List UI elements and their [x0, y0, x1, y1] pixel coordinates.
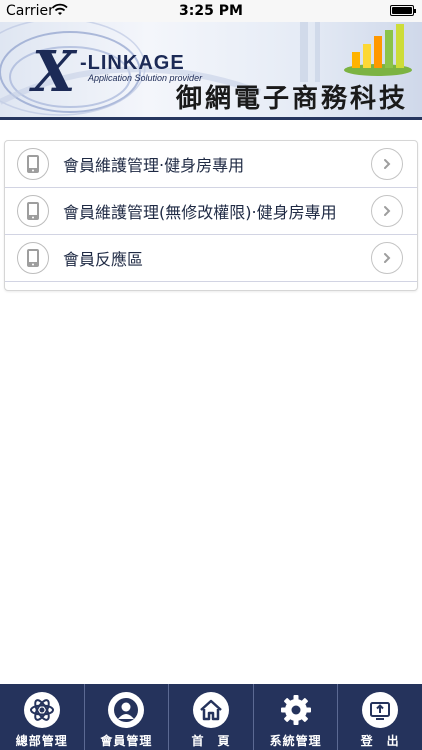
status-bar: Carrier 3:25 PM [0, 0, 422, 22]
chevron-right-icon[interactable] [371, 195, 403, 227]
chevron-right-icon[interactable] [371, 242, 403, 274]
tab-label: 系統管理 [269, 734, 322, 748]
menu-item-member-maintenance[interactable]: 會員維護管理‧健身房專用 [5, 141, 417, 188]
logo-x: X [32, 39, 75, 105]
clock: 3:25 PM [179, 3, 243, 19]
company-name: 御網電子商務科技 [175, 84, 408, 114]
tab-label: 會員管理 [100, 734, 153, 748]
menu-item-label: 會員維護管理(無修改權限)‧健身房專用 [63, 203, 337, 222]
tab-headquarters[interactable]: 總部管理 [0, 684, 85, 750]
phone-icon [17, 195, 49, 227]
header-banner: X -LINKAGE Application Solution provider… [0, 22, 422, 120]
phone-icon [17, 242, 49, 274]
menu-item-label: 會員反應區 [63, 250, 144, 269]
tab-label: 登 出 [360, 734, 400, 748]
tab-logout[interactable]: 登 出 [338, 684, 422, 750]
user-icon [108, 692, 145, 728]
tab-label: 首 頁 [191, 734, 231, 748]
battery-icon [390, 5, 416, 16]
menu-item-member-feedback[interactable]: 會員反應區 [5, 235, 417, 282]
logo-brand: -LINKAGE [80, 52, 185, 74]
tab-members[interactable]: 會員管理 [85, 684, 170, 750]
chevron-right-icon[interactable] [371, 148, 403, 180]
tab-home[interactable]: 首 頁 [169, 684, 254, 750]
gear-icon [278, 692, 314, 728]
logout-icon [362, 692, 399, 728]
menu-list: 會員維護管理‧健身房專用 會員維護管理(無修改權限)‧健身房專用 會員反應區 [4, 140, 418, 291]
tab-label: 總部管理 [15, 734, 68, 748]
growth-chart-logo [344, 24, 412, 76]
phone-icon [17, 148, 49, 180]
menu-item-label: 會員維護管理‧健身房專用 [63, 156, 245, 175]
tab-system-settings[interactable]: 系統管理 [254, 684, 339, 750]
atom-icon [23, 692, 60, 728]
menu-item-member-maintenance-readonly[interactable]: 會員維護管理(無修改權限)‧健身房專用 [5, 188, 417, 235]
bottom-tab-bar: 總部管理 會員管理 首 頁 系統管理 登 出 [0, 684, 422, 750]
home-icon [192, 692, 229, 728]
